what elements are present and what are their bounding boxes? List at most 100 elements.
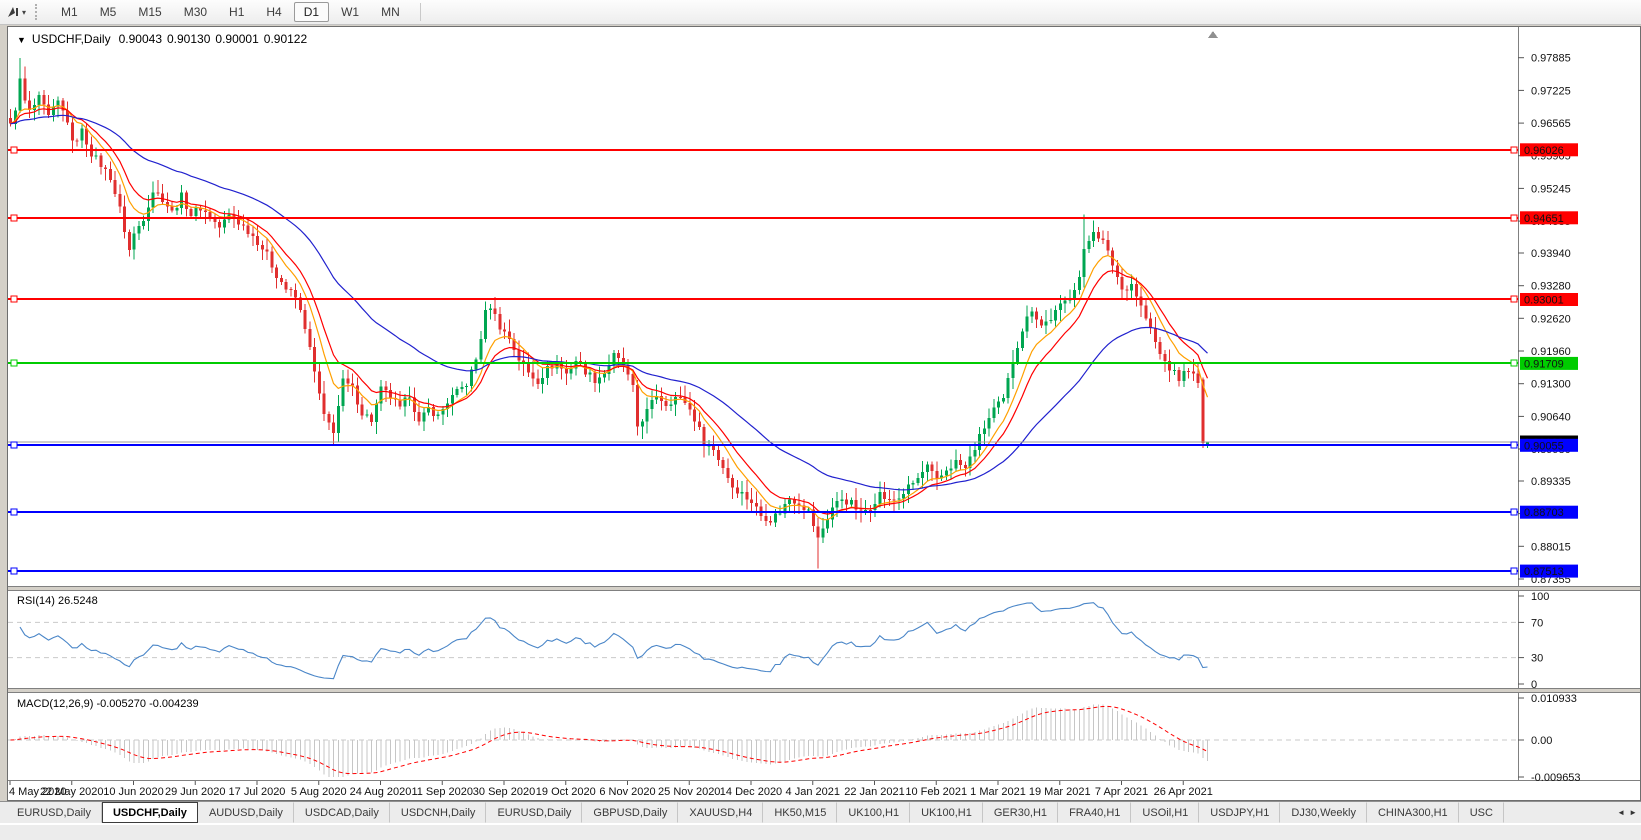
- timeframe-button-m1[interactable]: M1: [51, 2, 88, 22]
- date-axis-label: 4 Jan 2021: [786, 786, 840, 798]
- hline-price-label-text: 0.88703: [1524, 507, 1564, 519]
- timeframe-button-d1[interactable]: D1: [293, 2, 330, 22]
- status-bar: [0, 823, 1641, 840]
- chart-title-ohlc: ▼ USDCHF,Daily 0.90043 0.90130 0.90001 0.9012…: [17, 32, 307, 46]
- candles-and-moving-averages: [9, 58, 1209, 569]
- chart-tab-gbpusd-daily[interactable]: GBPUSD,Daily: [582, 802, 679, 823]
- chart-tab-eurusd-daily[interactable]: EURUSD,Daily: [6, 802, 102, 823]
- timeframe-button-h4[interactable]: H4: [256, 2, 291, 22]
- date-axis-label: 14 Dec 2020: [720, 786, 782, 798]
- price-axis-label: 0.92620: [1531, 313, 1571, 325]
- hline-handle[interactable]: [1510, 567, 1518, 575]
- hline-handle[interactable]: [1510, 441, 1518, 449]
- moving-average-40: [10, 114, 1208, 491]
- chart-tab-usoil-h1[interactable]: USOil,H1: [1131, 802, 1200, 823]
- mt4-terminal-window: ▾ M1 M5 M15 M30 H1 H4 D1 W1 MN 0.97885 0.97225 0.9…: [0, 0, 1641, 840]
- chart-tab-usc[interactable]: USC: [1459, 802, 1504, 823]
- price-axis-label: 0.89335: [1531, 476, 1571, 488]
- rsi-indicator-pane: [8, 602, 1518, 680]
- chart-window: 0.978850.972250.965650.959050.952450.945…: [7, 26, 1641, 801]
- hline-handle[interactable]: [10, 567, 18, 575]
- price-axis-label: 0.90640: [1531, 411, 1571, 423]
- date-axis-label: 25 Nov 2020: [658, 786, 720, 798]
- chart-frame: [7, 26, 1641, 801]
- hline-price-label-text: 0.90055: [1524, 440, 1564, 452]
- chart-tab-fra40-h1[interactable]: FRA40,H1: [1058, 802, 1132, 823]
- hline-handle[interactable]: [1510, 508, 1518, 516]
- timeframe-button-m5[interactable]: M5: [90, 2, 127, 22]
- tab-scroll-right-icon[interactable]: ►: [1629, 808, 1637, 817]
- price-axis-label: 0.91300: [1531, 379, 1571, 391]
- hline-handle[interactable]: [10, 146, 18, 154]
- timeframe-button-h1[interactable]: H1: [219, 2, 254, 22]
- macd-indicator-pane: [8, 704, 1518, 777]
- tab-scroll-controls: ◄ ►: [1613, 802, 1641, 823]
- chart-shift-marker-icon[interactable]: [1208, 31, 1218, 38]
- hline-handle[interactable]: [1510, 295, 1518, 303]
- hline-handle[interactable]: [10, 295, 18, 303]
- timeframe-button-m15[interactable]: M15: [128, 2, 171, 22]
- macd-label: MACD(12,26,9) -0.005270 -0.004239: [17, 698, 199, 710]
- chart-tab-china300-h1[interactable]: CHINA300,H1: [1367, 802, 1459, 823]
- chart-tabs: EURUSD,Daily USDCHF,Daily AUDUSD,Daily USDC…: [6, 802, 1613, 823]
- chart-tab-usdcnh-daily[interactable]: USDCNH,Daily: [390, 802, 487, 823]
- hline-price-label-text: 0.93001: [1524, 295, 1564, 307]
- date-axis-label: 10 Feb 2021: [905, 786, 967, 798]
- tool-dropdown-caret-icon[interactable]: ▾: [22, 8, 26, 17]
- hline-handle[interactable]: [10, 441, 18, 449]
- moving-average-13: [10, 107, 1209, 515]
- macd-axis-label: 0.00: [1531, 735, 1552, 747]
- chart-tab-uk100-h1[interactable]: UK100,H1: [837, 802, 911, 823]
- rsi-label: RSI(14) 26.5248: [17, 595, 98, 607]
- chart-tab-audusd-daily[interactable]: AUDUSD,Daily: [198, 802, 294, 823]
- close-value: 0.90122: [264, 32, 308, 46]
- hline-price-label-text: 0.87513: [1524, 566, 1564, 578]
- chart-tab-usdcad-daily[interactable]: USDCAD,Daily: [294, 802, 390, 823]
- hline-handle[interactable]: [10, 214, 18, 222]
- price-axis-label: 0.93940: [1531, 248, 1571, 260]
- chart-axes: 0.978850.972250.965650.959050.952450.945…: [9, 53, 1581, 798]
- timeframe-toolbar: ▾ M1 M5 M15 M30 H1 H4 D1 W1 MN: [0, 0, 1641, 25]
- chart-tab-ger30-h1[interactable]: GER30,H1: [983, 802, 1059, 823]
- toolbar-drag-grip[interactable]: [35, 4, 41, 20]
- tab-scroll-left-icon[interactable]: ◄: [1617, 808, 1625, 817]
- macd-histogram: [14, 704, 1208, 777]
- macd-axis-label: -0.009653: [1531, 772, 1581, 784]
- price-axis-label: 0.97225: [1531, 85, 1571, 97]
- rsi-axis-label: 100: [1531, 591, 1549, 603]
- timeframe-button-m30[interactable]: M30: [174, 2, 217, 22]
- date-axis-label: 17 Jul 2020: [229, 786, 286, 798]
- chart-tab-xauusd-h4[interactable]: XAUUSD,H4: [678, 802, 764, 823]
- date-axis-label: 10 Jun 2020: [103, 786, 164, 798]
- symbol-name: USDCHF,Daily: [32, 32, 111, 46]
- hline-handle[interactable]: [10, 359, 18, 367]
- timeframe-button-mn[interactable]: MN: [371, 2, 410, 22]
- chart-tab-dj30-weekly[interactable]: DJ30,Weekly: [1280, 802, 1367, 823]
- chart-tab-eurusd-daily[interactable]: EURUSD,Daily: [486, 802, 583, 823]
- chart-tab-bar: EURUSD,Daily USDCHF,Daily AUDUSD,Daily USDC…: [0, 801, 1641, 823]
- low-value: 0.90001: [215, 32, 259, 46]
- hline-handle[interactable]: [10, 508, 18, 516]
- hline-handle[interactable]: [1510, 146, 1518, 154]
- chart-tab-usdjpy-h1[interactable]: USDJPY,H1: [1199, 802, 1281, 823]
- price-axis-label: 0.95245: [1531, 183, 1571, 195]
- rsi-axis-label: 30: [1531, 653, 1543, 665]
- chart-tab-uk100-h1[interactable]: UK100,H1: [910, 802, 983, 823]
- open-value: 0.90043: [119, 32, 163, 46]
- moving-average-8: [10, 104, 1209, 521]
- horizontal-level-lines[interactable]: [8, 146, 1518, 575]
- hline-handle[interactable]: [1510, 359, 1518, 367]
- symbol-dropdown-icon[interactable]: ▼: [17, 35, 26, 45]
- hline-handle[interactable]: [1510, 214, 1518, 222]
- date-axis-label: 5 Aug 2020: [291, 786, 347, 798]
- chart-tab-hk50-m15[interactable]: HK50,M15: [763, 802, 838, 823]
- rsi-axis-label: 70: [1531, 617, 1543, 629]
- usdchf-daily-chart[interactable]: 0.978850.972250.965650.959050.952450.945…: [7, 26, 1641, 801]
- chart-cursor-tool-icon[interactable]: [5, 4, 21, 20]
- timeframe-button-w1[interactable]: W1: [331, 2, 369, 22]
- high-value: 0.90130: [167, 32, 211, 46]
- chart-cursor-glyph: [8, 7, 18, 17]
- candles: [9, 58, 1209, 569]
- chart-tab-usdchf-daily[interactable]: USDCHF,Daily: [101, 802, 198, 823]
- price-axis-label: 0.97885: [1531, 53, 1571, 65]
